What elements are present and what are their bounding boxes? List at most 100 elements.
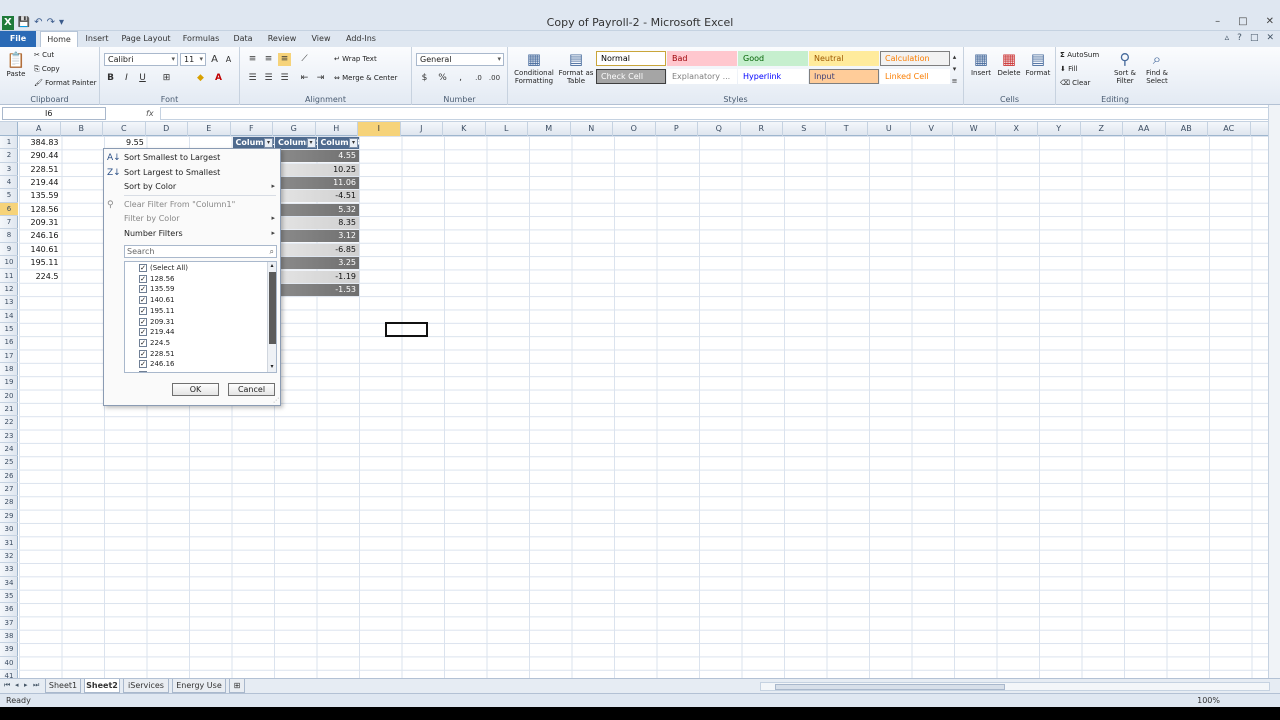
column-header-o[interactable]: O (613, 122, 656, 136)
row-header-29[interactable]: 29 (0, 510, 18, 524)
filter-list-item[interactable]: ✓ 135.59 (139, 284, 175, 295)
increase-decimal-icon[interactable]: .0 (472, 72, 485, 85)
cut-button[interactable]: ✂ Cut (34, 51, 54, 59)
cell-h6[interactable]: 5.32 (317, 203, 360, 216)
cell-h10[interactable]: 3.25 (317, 256, 360, 269)
currency-button[interactable]: $ (418, 72, 431, 85)
underline-button[interactable]: U (136, 72, 149, 85)
align-right-icon[interactable]: ☰ (278, 72, 291, 85)
number-format-combo[interactable]: General (416, 53, 504, 66)
column-header-q[interactable]: Q (698, 122, 741, 136)
column-header-ab[interactable]: AB (1166, 122, 1208, 136)
align-top-icon[interactable]: ≡ (246, 53, 259, 66)
tab-insert[interactable]: Insert (80, 31, 114, 47)
tab-review[interactable]: Review (264, 31, 300, 47)
sort-filter-button[interactable]: ⚲ Sort & Filter (1110, 50, 1140, 85)
row-header-11[interactable]: 11 (0, 270, 18, 283)
autosum-button[interactable]: Σ AutoSum (1060, 51, 1099, 59)
row-header-39[interactable]: 39 (0, 643, 18, 657)
zoom-level[interactable]: 100% (1197, 694, 1220, 707)
cell-style-neutral[interactable]: Neutral (809, 51, 879, 66)
row-header-26[interactable]: 26 (0, 470, 18, 484)
cell-h11[interactable]: -1.19 (317, 270, 360, 283)
cell-a6[interactable]: 128.56 (19, 203, 62, 216)
row-header-41[interactable]: 41 (0, 670, 18, 678)
column-header-m[interactable]: M (528, 122, 571, 136)
align-bottom-icon[interactable]: ≡ (278, 53, 291, 66)
checkbox-checked-icon[interactable]: ✓ (139, 306, 147, 315)
column-header-w[interactable]: W (953, 122, 996, 136)
insert-cells-button[interactable]: ▦ Insert (968, 50, 994, 77)
column-header-p[interactable]: P (656, 122, 698, 136)
checkbox-checked-icon[interactable]: ✓ (139, 338, 147, 347)
comma-button[interactable]: , (454, 72, 467, 85)
cell-style-linked-cell[interactable]: Linked Cell (880, 69, 950, 84)
row-header-25[interactable]: 25 (0, 456, 18, 470)
checkbox-checked-icon[interactable]: ✓ (139, 285, 147, 294)
row-header-31[interactable]: 31 (0, 537, 18, 550)
grow-font-button[interactable]: A (208, 53, 221, 66)
row-header-24[interactable]: 24 (0, 443, 18, 457)
wrap-text-button[interactable]: ↵ Wrap Text (334, 55, 377, 63)
row-header-28[interactable]: 28 (0, 496, 18, 510)
filter-list-item[interactable]: ✓ 224.5 (139, 338, 170, 349)
row-header-14[interactable]: 14 (0, 310, 18, 323)
paste-button[interactable]: 📋 Paste (3, 51, 29, 78)
row-header-21[interactable]: 21 (0, 403, 18, 417)
column-header-v[interactable]: V (911, 122, 953, 136)
tab-add-ins[interactable]: Add-Ins (342, 31, 380, 47)
sheet-tab-sheet1[interactable]: Sheet1 (45, 679, 81, 693)
filter-dropdown-icon[interactable]: ▾ (264, 138, 273, 148)
font-color-icon[interactable]: A (212, 72, 225, 85)
cell-style-good[interactable]: Good (738, 51, 808, 66)
cell-a7[interactable]: 209.31 (19, 216, 62, 229)
cell-a10[interactable]: 195.11 (19, 256, 62, 269)
sort-largest-to-smallest[interactable]: Sort Largest to Smallest (124, 168, 220, 177)
row-header-23[interactable]: 23 (0, 430, 18, 444)
row-header-9[interactable]: 9 (0, 243, 18, 257)
column-header-x[interactable]: X (996, 122, 1038, 136)
row-header-8[interactable]: 8 (0, 229, 18, 243)
minimize-ribbon-icon[interactable]: ▵ (1225, 33, 1230, 43)
checkbox-checked-icon[interactable]: ✓ (139, 360, 147, 369)
filter-dropdown-icon[interactable]: ▾ (349, 138, 358, 148)
close-button[interactable]: ✕ (1266, 16, 1274, 27)
row-header-37[interactable]: 37 (0, 617, 18, 630)
column-header-j[interactable]: J (401, 122, 443, 136)
sheet-tab-energy-use[interactable]: Energy Use (172, 679, 226, 693)
row-header-15[interactable]: 15 (0, 323, 18, 337)
bold-button[interactable]: B (104, 72, 117, 85)
column-header-b[interactable]: B (61, 122, 103, 136)
align-left-icon[interactable]: ☰ (246, 72, 259, 85)
cell-h5[interactable]: -4.51 (317, 189, 360, 202)
filter-list-item[interactable]: ✓290.44 (139, 370, 175, 372)
row-header-3[interactable]: 3 (0, 163, 18, 177)
tab-home[interactable]: Home (40, 31, 78, 47)
cell-h2[interactable]: 4.55 (317, 149, 360, 162)
help-icon[interactable]: ? (1237, 33, 1242, 43)
row-header-40[interactable]: 40 (0, 657, 18, 670)
column-header-t[interactable]: T (826, 122, 868, 136)
column-header-aa[interactable]: AA (1123, 122, 1166, 136)
column-header-ac[interactable]: AC (1208, 122, 1251, 136)
cancel-button[interactable]: Cancel (228, 383, 275, 396)
shrink-font-button[interactable]: A (222, 53, 235, 66)
filter-list-item[interactable]: ✓ 228.51 (139, 349, 175, 360)
filter-list-item[interactable]: ✓ 140.61 (139, 295, 175, 306)
tab-data[interactable]: Data (230, 31, 256, 47)
column-header-l[interactable]: L (486, 122, 528, 136)
formula-input[interactable] (160, 107, 1270, 120)
cell-h3[interactable]: 10.25 (317, 163, 360, 176)
tab-file[interactable]: File (0, 31, 36, 47)
row-header-4[interactable]: 4 (0, 176, 18, 190)
column-header-u[interactable]: U (868, 122, 911, 136)
column-header-d[interactable]: D (146, 122, 188, 136)
column-header-z[interactable]: Z (1081, 122, 1123, 136)
minimize-button[interactable]: – (1215, 16, 1220, 27)
decrease-decimal-icon[interactable]: .00 (488, 72, 501, 85)
name-box[interactable]: I6 (2, 107, 106, 120)
row-header-10[interactable]: 10 (0, 256, 18, 270)
filter-list-item[interactable]: ✓ (Select All) (139, 263, 188, 274)
format-painter-button[interactable]: 🖌 Format Painter (34, 79, 97, 87)
list-scroll-thumb[interactable] (269, 272, 276, 344)
